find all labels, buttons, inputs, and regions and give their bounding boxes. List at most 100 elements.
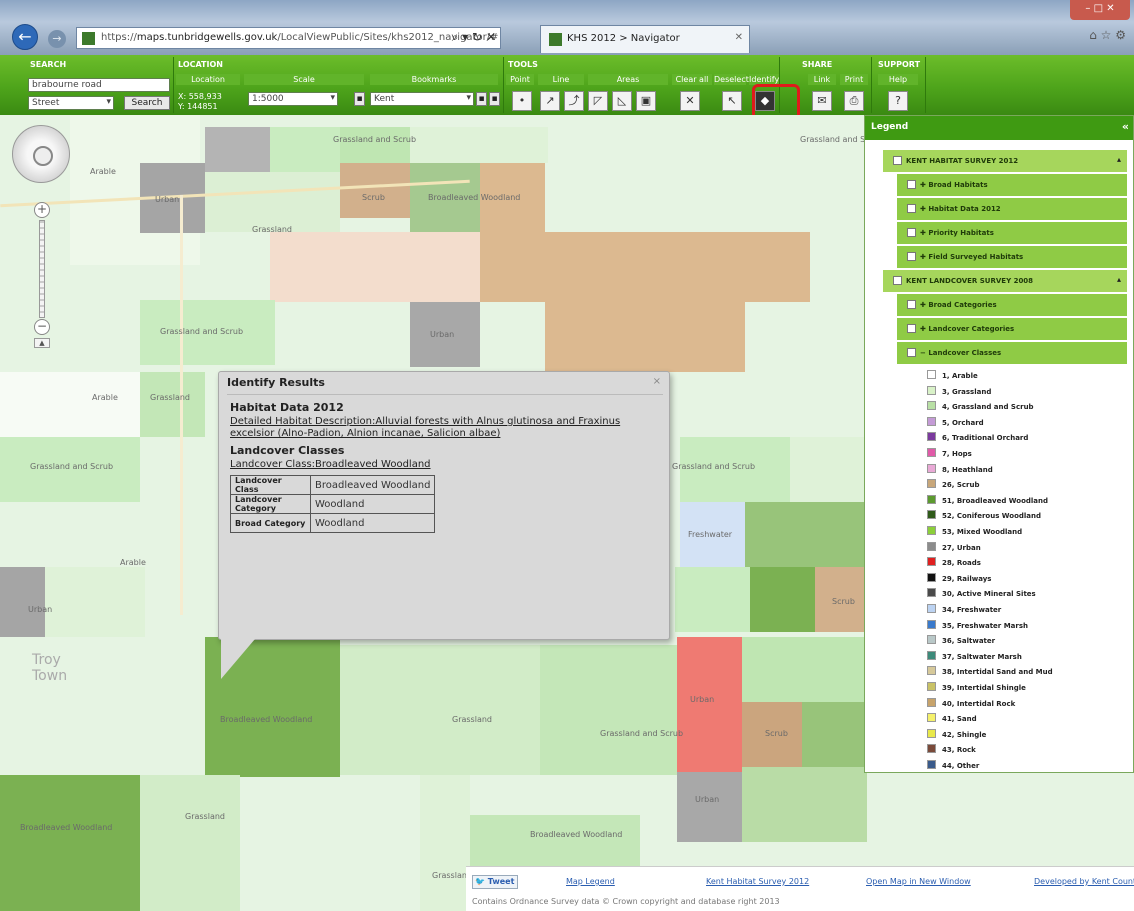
legend-group-label: KENT LANDCOVER SURVEY 2008 [906,277,1034,285]
table-value: Broadleaved Woodland [309,475,436,495]
address-bar[interactable]: https://maps.tunbridgewells.gov.uk/Local… [76,27,501,49]
window-controls[interactable]: – □ ✕ [1070,0,1130,20]
print-icon[interactable]: ⎙ [844,91,864,111]
back-arrow-icon[interactable]: ← [12,24,38,50]
identify-results-popup: Identify Results × Habitat Data 2012 Det… [218,371,670,679]
legend-swatch [927,760,936,769]
bookmarks-select[interactable]: Kent [370,92,474,106]
habitat-survey-link[interactable]: Kent Habitat Survey 2012 [706,877,809,886]
bookmarks-add-button[interactable]: ▪ [489,92,500,106]
legend-group-landcover-survey[interactable]: KENT LANDCOVER SURVEY 2008 ▴ [883,270,1127,292]
legend-item: 35, Freshwater Marsh [927,619,1028,635]
checkbox[interactable] [907,324,916,333]
legend-item: 3, Grassland [927,385,991,401]
legend-layer[interactable]: ✚ Broad Categories [897,294,1127,316]
scale-select[interactable]: 1:5000 [248,92,338,106]
legend-item: 51, Broadleaved Woodland [927,494,1048,510]
zoom-slider[interactable] [39,220,45,318]
area-tool-icon[interactable]: ◸ [588,91,608,111]
checkbox[interactable] [907,252,916,261]
legend-item: 36, Saltwater [927,635,995,650]
scale-sub: Scale [244,74,364,85]
legend-swatch [927,557,936,567]
checkbox[interactable] [907,228,916,237]
legend-layer[interactable]: − Landcover Classes [897,342,1127,364]
legend-item: 29, Railways [927,572,991,588]
freehand-area-tool-icon[interactable]: ◺ [612,91,632,111]
checkbox[interactable] [907,204,916,213]
tweet-button[interactable]: 🐦 Tweet [472,875,518,889]
expand-icon[interactable]: ▴ [1117,275,1121,284]
browser-toolbar-icons[interactable]: ⌂ ☆ ⚙ [1089,28,1126,42]
close-icon[interactable]: × [653,376,661,387]
map-label: Grassland and Scrub [30,462,114,471]
legend-item-label: 40, Intertidal Rock [942,699,1016,708]
legend-swatch [927,463,936,473]
legend-collapse-icon[interactable]: « [1122,120,1129,133]
habitat-description-link[interactable]: Detailed Habitat Description:Alluvial fo… [230,416,660,440]
bookmarks-sub: Bookmarks [370,74,498,85]
map-label: Grassland [185,812,225,821]
forward-arrow-icon[interactable]: → [48,30,66,48]
checkbox[interactable] [907,300,916,309]
checkbox[interactable] [893,156,902,165]
tab-close-icon[interactable]: ✕ [735,32,743,43]
rectangle-tool-icon[interactable]: ▣ [636,91,656,111]
legend-group-label: KENT HABITAT SURVEY 2012 [906,157,1019,165]
zoom-out-icon[interactable]: − [34,319,50,335]
pan-control-icon[interactable] [12,125,70,183]
clear-all-icon[interactable]: ✕ [680,91,700,111]
table-row: Landcover Category Woodland [230,494,436,514]
open-new-window-link[interactable]: Open Map in New Window [866,877,971,886]
legend-swatch [927,416,936,426]
scale-go-button[interactable]: ▪ [354,92,365,106]
landcover-section-title: Landcover Classes [230,444,345,457]
zoom-in-icon[interactable]: + [34,202,50,218]
legend-item-label: 53, Mixed Woodland [942,528,1023,536]
legend-item: 42, Shingle [927,728,986,744]
search-input[interactable]: brabourne road [28,78,170,92]
collapse-nav-icon[interactable]: ▲ [34,338,50,348]
map-legend-link[interactable]: Map Legend [566,877,615,886]
legend-swatch [927,635,936,645]
legend-swatch [927,682,936,691]
legend-layer-label: Field Surveyed Habitats [928,253,1024,261]
site-favicon-icon [82,32,95,45]
legend-layer-label: Broad Habitats [928,181,988,189]
legend-swatch [927,728,936,738]
polyline-tool-icon[interactable]: ⤴ [564,91,584,111]
landcover-class-link[interactable]: Landcover Class:Broadleaved Woodland [230,459,660,471]
map-label: Urban [695,795,720,804]
tab-title: KHS 2012 > Navigator [567,33,680,44]
expand-icon[interactable]: ▴ [1117,155,1121,164]
link-icon[interactable]: ✉ [812,91,832,111]
legend-group-habitat-survey[interactable]: KENT HABITAT SURVEY 2012 ▴ [883,150,1127,172]
legend-item: 5, Orchard [927,416,984,432]
location-sub: Location [176,74,240,85]
legend-item: 43, Rock [927,744,976,759]
developer-link[interactable]: Developed by Kent County Council [1034,877,1134,886]
legend-item: 26, Scrub [927,479,979,494]
help-icon[interactable]: ? [888,91,908,111]
legend-swatch [927,697,936,707]
legend-layer[interactable]: ✚ Field Surveyed Habitats [897,246,1127,268]
legend-layer[interactable]: ✚ Habitat Data 2012 [897,198,1127,220]
point-tool-icon[interactable]: • [512,91,532,111]
search-type-select[interactable]: Street [28,96,114,110]
footer-bar: 🐦 Tweet Map Legend Kent Habitat Survey 2… [466,866,1134,911]
checkbox[interactable] [893,276,902,285]
legend-layer[interactable]: ✚ Broad Habitats [897,174,1127,196]
search-button[interactable]: Search [124,96,170,110]
browser-tab[interactable]: KHS 2012 > Navigator ✕ [540,25,750,53]
line-tool-icon[interactable]: ↗ [540,91,560,111]
legend-layer[interactable]: ✚ Priority Habitats [897,222,1127,244]
bookmarks-go-button[interactable]: ▪ [476,92,487,106]
address-bar-controls[interactable]: ⌕ ▾ ↻ ✕ [452,30,496,45]
deselect-icon[interactable]: ↖ [722,91,742,111]
checkbox[interactable] [907,180,916,189]
legend-item: 30, Active Mineral Sites [927,588,1036,603]
checkbox[interactable] [907,348,916,357]
legend-item-label: 43, Rock [942,746,976,755]
legend-layer[interactable]: ✚ Landcover Categories [897,318,1127,340]
support-header: SUPPORT [878,60,921,69]
